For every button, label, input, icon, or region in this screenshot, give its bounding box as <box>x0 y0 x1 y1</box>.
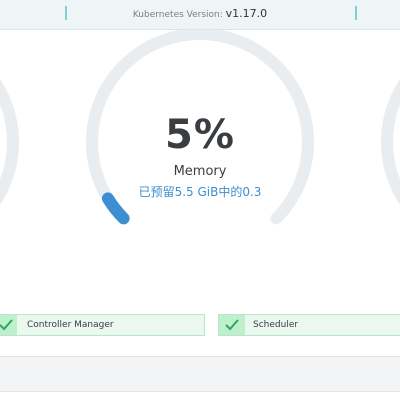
memory-label: Memory <box>173 164 227 179</box>
kubernetes-version: Kubernetes Version: v1.17.0 <box>0 0 400 29</box>
check-icon <box>225 319 239 331</box>
component-name: Controller Manager <box>27 320 114 330</box>
memory-percent: 5% <box>165 112 235 158</box>
right-gauge-track <box>381 79 400 205</box>
left-gauge-track <box>0 79 19 205</box>
component-name: Scheduler <box>253 320 299 330</box>
version-label: Kubernetes Version: <box>132 10 223 20</box>
status-card-controller-manager: Controller Manager <box>0 314 205 336</box>
bottom-panel <box>0 356 400 392</box>
status-card-scheduler: Scheduler <box>218 314 400 336</box>
healthy-indicator <box>0 315 17 335</box>
version-value: v1.17.0 <box>225 7 268 20</box>
healthy-indicator <box>219 315 245 335</box>
memory-gauge-fill <box>101 192 130 225</box>
version-bar: Kubernetes Version: v1.17.0 <box>0 0 400 30</box>
gauges-row: 5% Memory 已预留5.5 GiB中的0.3 <box>0 30 400 300</box>
memory-detail: 已预留5.5 GiB中的0.3 <box>138 185 262 199</box>
cluster-dashboard: Kubernetes Version: v1.17.0 5% Memory 已预… <box>0 0 400 400</box>
memory-gauge: 5% Memory 已预留5.5 GiB中的0.3 <box>100 112 300 200</box>
check-icon <box>0 319 13 331</box>
